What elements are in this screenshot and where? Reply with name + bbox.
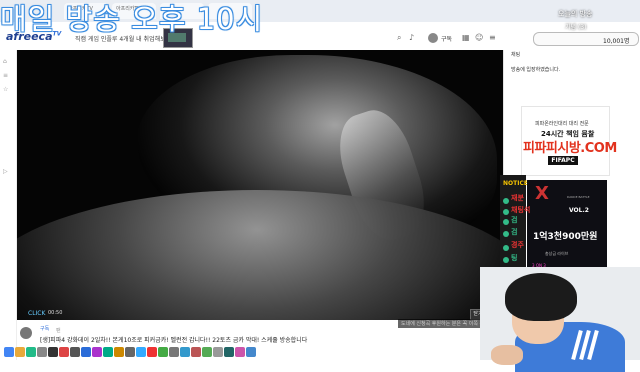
app-icon[interactable] [81,347,91,357]
chat-user-icon [503,198,509,204]
chat-nick[interactable]: 채팅석 [511,205,530,215]
edge-icon[interactable] [26,347,36,357]
home-icon[interactable]: ⌂ [3,58,12,65]
click-label[interactable]: CLICK [28,310,45,317]
ad-top-text: 피파온라인대리 대리 전문 [535,121,589,127]
chat-user-icon [503,257,509,263]
chat-nick[interactable]: 경주 [511,240,524,250]
ad-prize: 1억3천900만원 [533,232,598,242]
left-sidebar: ⌂ ≡ ☆ ▷ [0,50,17,360]
app-icon[interactable] [213,347,223,357]
app-icon[interactable] [246,347,256,357]
stream-title: [생]피파4 강화데이 2일차!! 본게10조로 피커금카! 벨런전 갑니다!!… [40,337,308,344]
notice-label: NOTICE [503,180,528,187]
app-icon[interactable] [191,347,201,357]
app-icon[interactable] [169,347,179,357]
store-icon[interactable] [37,347,47,357]
chat-nick[interactable]: 검 [511,227,517,237]
bell-icon[interactable]: ♪ [409,33,414,42]
app-icon[interactable] [59,347,69,357]
app-icon[interactable] [125,347,135,357]
list-icon[interactable]: ≡ [3,72,12,79]
chat-user-icon [503,245,509,251]
broadcast-schedule-title: 매일 방송 오후 10시 [0,2,264,36]
chat-nick[interactable]: 팅 [511,253,517,263]
fan-badge: 팬 [56,328,61,334]
app-icon[interactable] [136,347,146,357]
chat-header: 채팅 [511,52,521,58]
app-icon[interactable] [114,347,124,357]
channel-avatar[interactable] [20,327,32,339]
app-icon[interactable] [70,347,80,357]
app-icon[interactable] [235,347,245,357]
ad-sub: 총상금 라이브 [545,251,569,256]
menu-icon[interactable]: ≡ [489,33,496,42]
viewer-count: 10,001명 [603,38,630,45]
chat-user-icon [503,219,509,225]
ad-headline: 피파피시방.COM [523,141,617,156]
mail-icon[interactable] [48,347,58,357]
ad-game-label: DANCE BATTLE [567,195,590,199]
chat-nick[interactable]: 검 [511,215,517,225]
folder-icon[interactable] [15,347,25,357]
app-icon[interactable] [103,347,113,357]
ad-x-logo: X [535,183,549,204]
ad-logo: FIFAPC [548,156,578,165]
channel-name[interactable]: 구독 [40,325,49,332]
grid-icon[interactable]: ▦ [462,33,470,42]
app-icon[interactable] [92,347,102,357]
star-icon[interactable]: ☆ [3,86,12,93]
webcam-hair [505,273,577,321]
search-icon[interactable]: ⌕ [397,33,401,43]
app-icon[interactable] [158,347,168,357]
chat-welcome: 방송에 입장하였습니다. [511,67,561,73]
chat-nick[interactable]: 재분 [511,193,524,203]
video-player[interactable]: CLICK 00:50 [17,50,503,320]
taskbar [0,347,280,359]
avatar[interactable] [428,33,438,43]
app-icon[interactable] [147,347,157,357]
overlay-count: 기념 (3) [565,24,587,31]
user-icon[interactable]: ☺ [475,33,483,42]
chat-user-icon [503,231,509,237]
play-icon[interactable]: ▷ [3,168,12,175]
webcam-hand [491,345,523,365]
app-icon[interactable] [202,347,212,357]
ad-volume: VOL.2 [569,207,589,214]
chrome-icon[interactable] [4,347,14,357]
user-name[interactable]: 구독 [441,34,452,43]
overlay-status: 오늘의 방송 [558,10,593,18]
app-icon[interactable] [224,347,234,357]
chat-user-icon [503,209,509,215]
app-icon[interactable] [180,347,190,357]
video-time: 00:50 [48,310,63,316]
